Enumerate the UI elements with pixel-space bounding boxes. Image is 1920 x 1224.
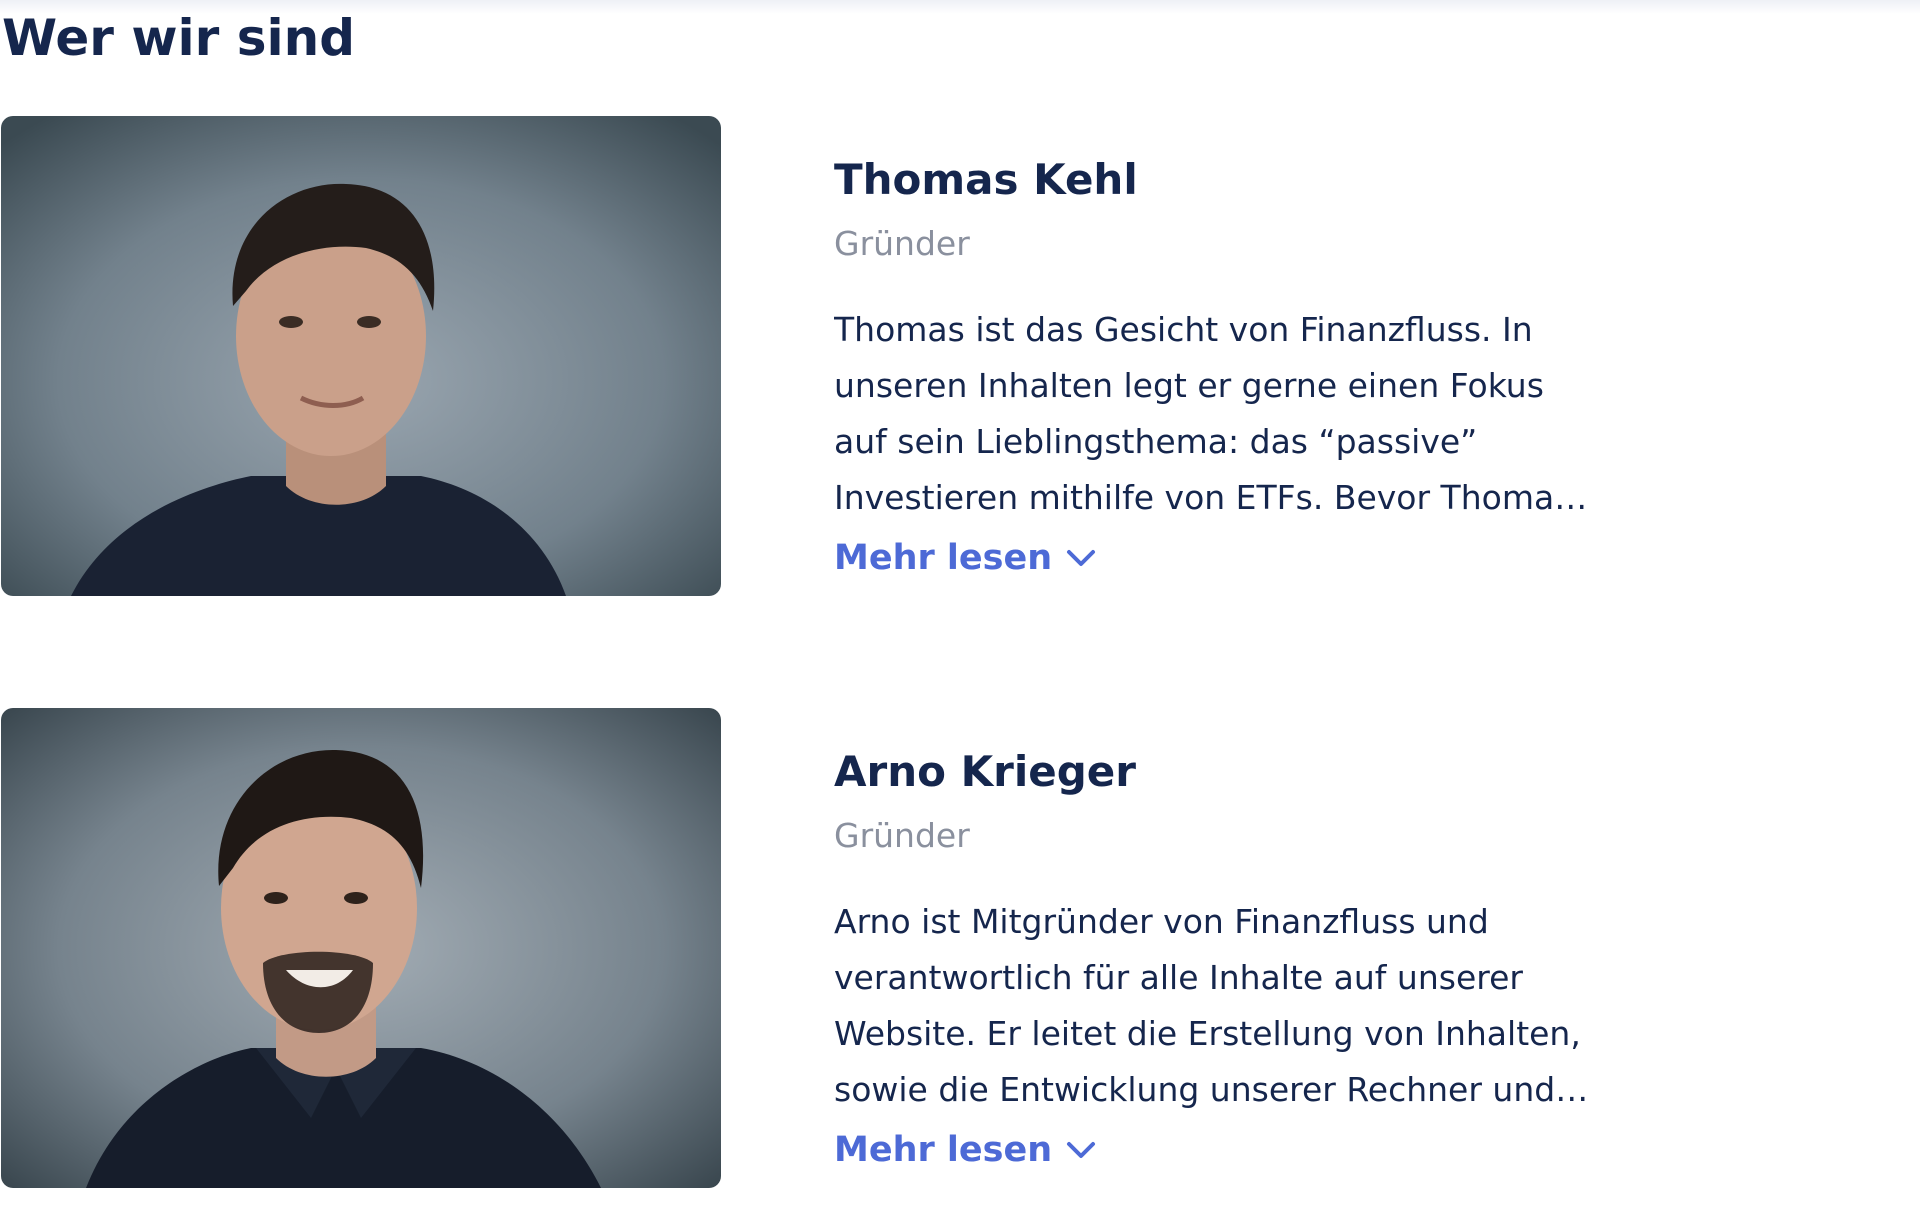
read-more-button[interactable]: Mehr lesen — [834, 536, 1096, 580]
team-member-photo — [1, 116, 721, 596]
team-member-photo — [1, 708, 721, 1188]
read-more-button[interactable]: Mehr lesen — [834, 1128, 1096, 1172]
chevron-down-icon — [1066, 548, 1096, 568]
team-member-name: Arno Krieger — [834, 747, 1136, 796]
team-member-role: Gründer — [834, 816, 970, 855]
team-member-name: Thomas Kehl — [834, 155, 1138, 204]
read-more-label: Mehr lesen — [834, 1130, 1053, 1170]
team-member-bio: Thomas ist das Gesicht von Finanzfluss. … — [834, 310, 1572, 517]
team-member-role: Gründer — [834, 224, 970, 263]
chevron-down-icon — [1066, 1140, 1096, 1160]
read-more-label: Mehr lesen — [834, 538, 1053, 578]
team-member-bio: Arno ist Mitgründer von Finanzfluss und … — [834, 902, 1581, 1109]
section-title: Wer wir sind — [2, 9, 356, 67]
